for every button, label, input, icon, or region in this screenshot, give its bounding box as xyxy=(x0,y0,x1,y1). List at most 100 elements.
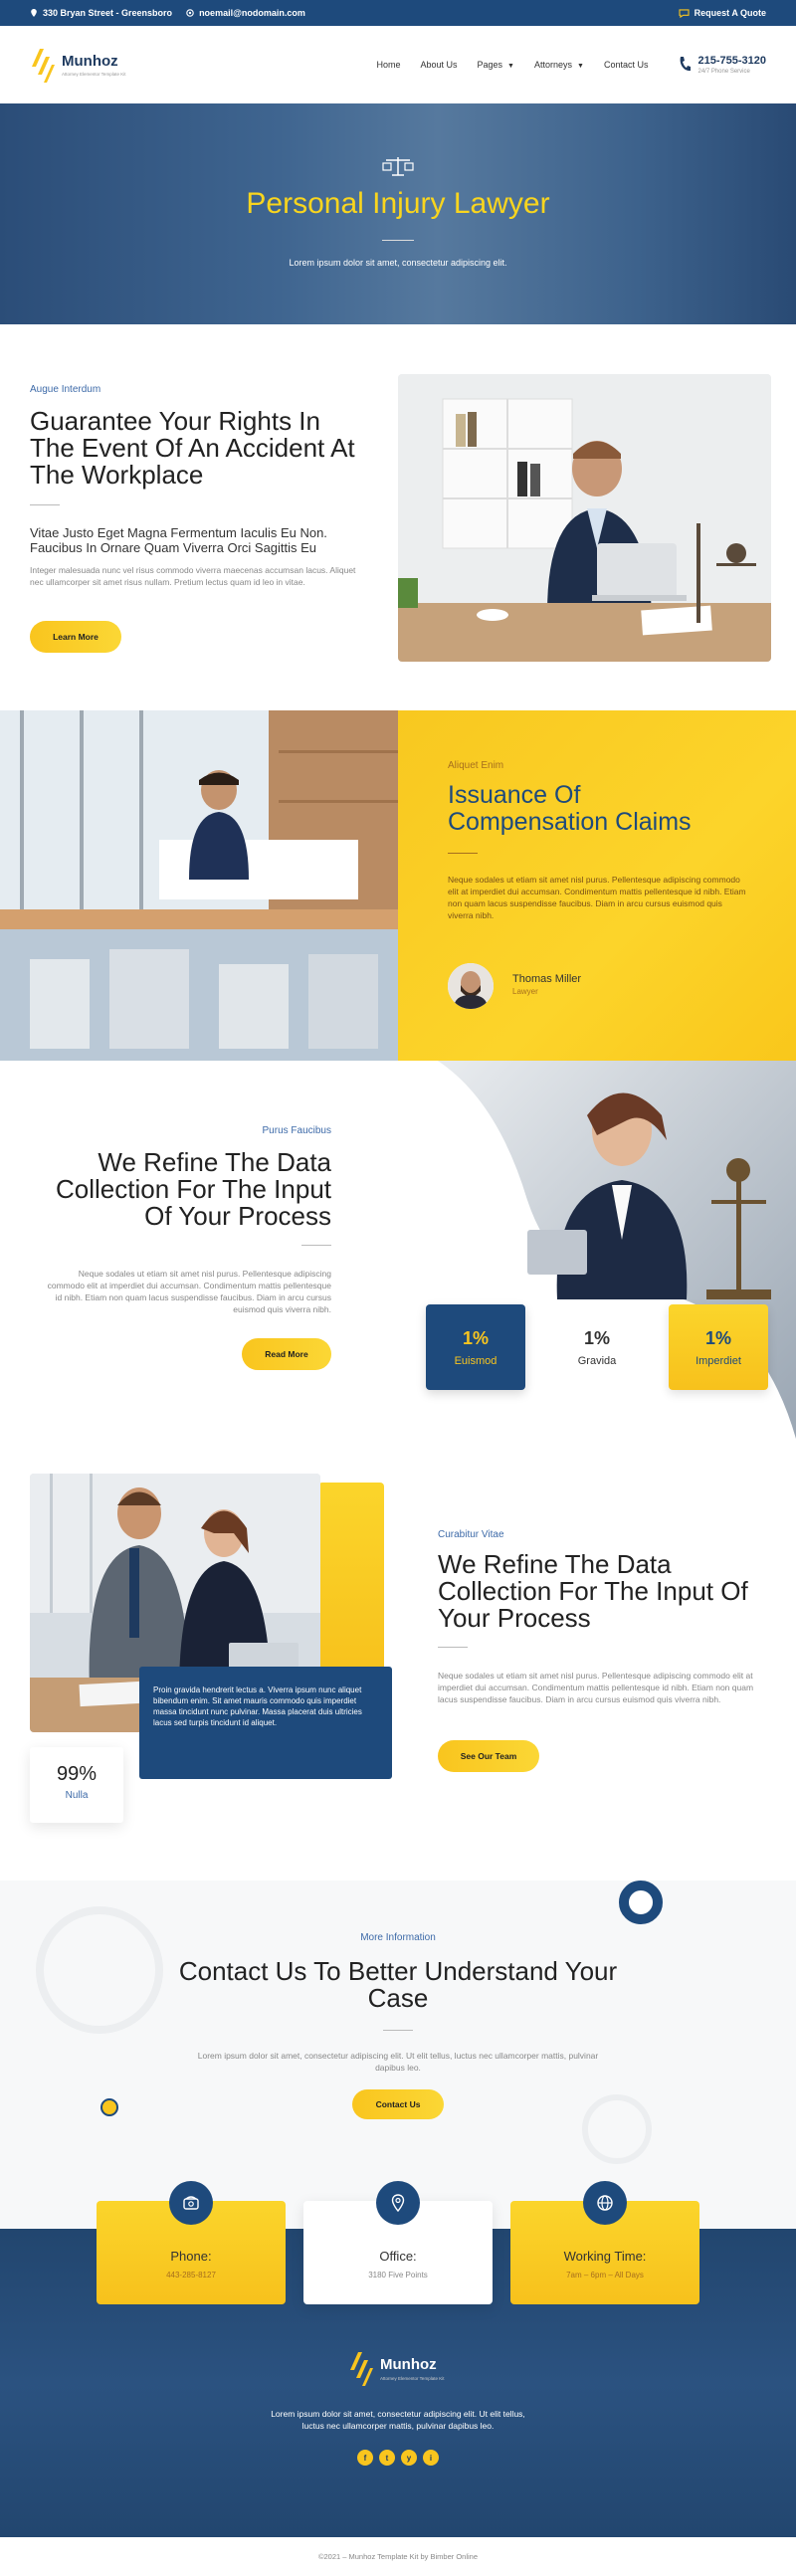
issuance-title: Issuance Of Compensation Claims xyxy=(448,781,692,836)
footer-text: Lorem ipsum dolor sit amet, consectetur … xyxy=(271,2409,525,2431)
contact-eyebrow: More Information xyxy=(360,1932,436,1943)
contact-body: Lorem ipsum dolor sit amet, consectetur … xyxy=(197,2051,599,2073)
hero-subtitle: Lorem ipsum dolor sit amet, consectetur … xyxy=(289,258,507,268)
restaurant-illustration xyxy=(0,710,398,1061)
address-text: 330 Bryan Street - Greensboro xyxy=(43,8,173,18)
refine1-title: We Refine The Data Collection For The In… xyxy=(56,1147,331,1231)
info-title: Office: xyxy=(379,2249,417,2264)
guarantee-eyebrow: Augue Interdum xyxy=(30,384,101,395)
instagram-icon[interactable]: i xyxy=(423,2450,439,2466)
header-phone[interactable]: 215-755-3120 24/7 Phone Service xyxy=(678,55,766,75)
nav-about[interactable]: About Us xyxy=(420,60,457,70)
stat-label: Imperdiet xyxy=(696,1354,741,1367)
main-nav: Home About Us Pages ▼ Attorneys ▼ Contact … xyxy=(356,60,648,70)
issuance-panel: Aliquet Enim Issuance Of Compensation Cl… xyxy=(398,710,796,1061)
see-our-team-button[interactable]: See Our Team xyxy=(438,1740,539,1772)
logo-mark-icon xyxy=(32,49,55,83)
logo-name: Munhoz xyxy=(62,52,118,70)
info-value: 3180 Five Points xyxy=(368,2271,428,2279)
avatar-illustration xyxy=(448,963,494,1009)
address-item: 330 Bryan Street - Greensboro xyxy=(30,8,172,18)
info-value: 443-285-8127 xyxy=(166,2271,216,2279)
phone-number[interactable]: 215-755-3120 xyxy=(697,55,766,67)
chevron-down-icon: ▼ xyxy=(577,63,584,70)
globe-icon xyxy=(583,2181,627,2225)
info-card-working-time: Working Time: 7am – 6pm – All Days xyxy=(510,2181,699,2304)
refine2-eyebrow: Curabitur Vitae xyxy=(438,1529,504,1540)
stat-label: Nulla xyxy=(65,1790,89,1801)
copyright: ©2021 – Munhoz Template Kit by Bimber On… xyxy=(0,2537,796,2576)
phone-subtitle: 24/7 Phone Service xyxy=(697,69,750,75)
hero-banner: Personal Injury Lawyer Lorem ipsum dolor… xyxy=(0,103,796,324)
stat-value: 1% xyxy=(583,1327,610,1348)
person-name: Thomas Miller xyxy=(512,973,582,985)
site-header: Munhoz Attorney Elementor Template Kit H… xyxy=(0,26,796,103)
info-card-office: Office: 3180 Five Points xyxy=(303,2181,493,2304)
chat-icon xyxy=(679,8,690,18)
nav-pages[interactable]: Pages ▼ xyxy=(478,60,514,70)
guarantee-divider xyxy=(30,504,60,505)
logo[interactable]: Munhoz Attorney Elementor Template Kit xyxy=(30,45,125,85)
avatar xyxy=(448,963,494,1009)
logo-mark-icon xyxy=(350,2352,373,2386)
learn-more-button[interactable]: Learn More xyxy=(30,621,121,653)
hero-divider xyxy=(382,240,414,241)
blue-info-text: Proin gravida hendrerit lectus a. Viverr… xyxy=(153,1685,362,1727)
location-icon xyxy=(376,2181,420,2225)
nav-contact[interactable]: Contact Us xyxy=(604,60,649,70)
guarantee-body: Integer malesuada nunc vel risus commodo… xyxy=(30,565,356,587)
nav-attorneys-label: Attorneys xyxy=(533,60,573,70)
lawyer-desk-illustration xyxy=(398,374,771,662)
stat-value: 1% xyxy=(462,1327,489,1348)
stat-nulla: 99% Nulla xyxy=(30,1747,123,1823)
refine1-eyebrow: Purus Faucibus xyxy=(262,1125,331,1136)
refine1-body: Neque sodales ut etiam sit amet nisl pur… xyxy=(47,1269,331,1314)
top-bar: 330 Bryan Street - Greensboro noemail@no… xyxy=(0,0,796,26)
chevron-down-icon: ▼ xyxy=(507,63,514,70)
phone-icon xyxy=(681,57,692,72)
contact-title: Contact Us To Better Understand Your Cas… xyxy=(178,1956,618,2013)
request-quote-link[interactable]: Request A Quote xyxy=(679,8,766,18)
guarantee-lead: Vitae Justo Eget Magna Fermentum Iaculis… xyxy=(30,525,327,555)
info-title: Working Time: xyxy=(563,2249,647,2264)
stat-label: Euismod xyxy=(454,1354,498,1367)
twitter-icon[interactable]: t xyxy=(379,2450,395,2466)
footer-logo-tagline: Attorney Elementor Template Kit xyxy=(380,2375,445,2381)
stat-label: Gravida xyxy=(577,1354,617,1367)
stat-value: 99% xyxy=(56,1763,98,1785)
contact-us-button[interactable]: Contact Us xyxy=(352,2089,444,2119)
issuance-divider xyxy=(448,853,478,854)
stat-gravida: 1% Gravida xyxy=(547,1304,647,1390)
email-text[interactable]: noemail@nodomain.com xyxy=(199,8,305,18)
logo-tagline: Attorney Elementor Template Kit xyxy=(62,71,126,77)
issuance-eyebrow: Aliquet Enim xyxy=(448,760,504,771)
nav-attorneys[interactable]: Attorneys ▼ xyxy=(534,60,584,70)
map-pin-icon xyxy=(31,9,37,17)
facebook-icon[interactable]: f xyxy=(357,2450,373,2466)
email-item[interactable]: noemail@nodomain.com xyxy=(186,8,305,18)
stat-euismod: 1% Euismod xyxy=(426,1304,525,1390)
issuance-body: Neque sodales ut etiam sit amet nisl pur… xyxy=(448,875,746,920)
stat-imperdiet: 1% Imperdiet xyxy=(669,1304,768,1390)
info-card-phone: Phone: 443-285-8127 xyxy=(97,2181,286,2304)
restaurant-lawyer-photo xyxy=(0,710,398,1061)
contact-section: More Information Contact Us To Better Un… xyxy=(0,1881,796,2229)
guarantee-title: Guarantee Your Rights In The Event Of An… xyxy=(30,406,355,490)
email-icon xyxy=(186,9,194,17)
footer-logo[interactable]: Munhoz Attorney Elementor Template Kit xyxy=(348,2348,444,2388)
nav-home[interactable]: Home xyxy=(376,60,400,70)
refine1-divider xyxy=(301,1245,331,1246)
request-quote-label[interactable]: Request A Quote xyxy=(695,8,766,18)
info-title: Phone: xyxy=(170,2249,212,2264)
scales-icon xyxy=(382,157,414,176)
refine2-divider xyxy=(438,1647,468,1648)
social-icons: f t y i xyxy=(354,2450,442,2466)
contact-divider xyxy=(383,2030,413,2031)
youtube-icon[interactable]: y xyxy=(401,2450,417,2466)
footer-logo-name: Munhoz xyxy=(380,2355,437,2373)
person-role: Lawyer xyxy=(512,987,538,996)
lawyer-desk-photo xyxy=(398,374,771,662)
read-more-button[interactable]: Read More xyxy=(242,1338,331,1370)
info-value: 7am – 6pm – All Days xyxy=(566,2271,644,2279)
refine2-title: We Refine The Data Collection For The In… xyxy=(438,1549,748,1633)
